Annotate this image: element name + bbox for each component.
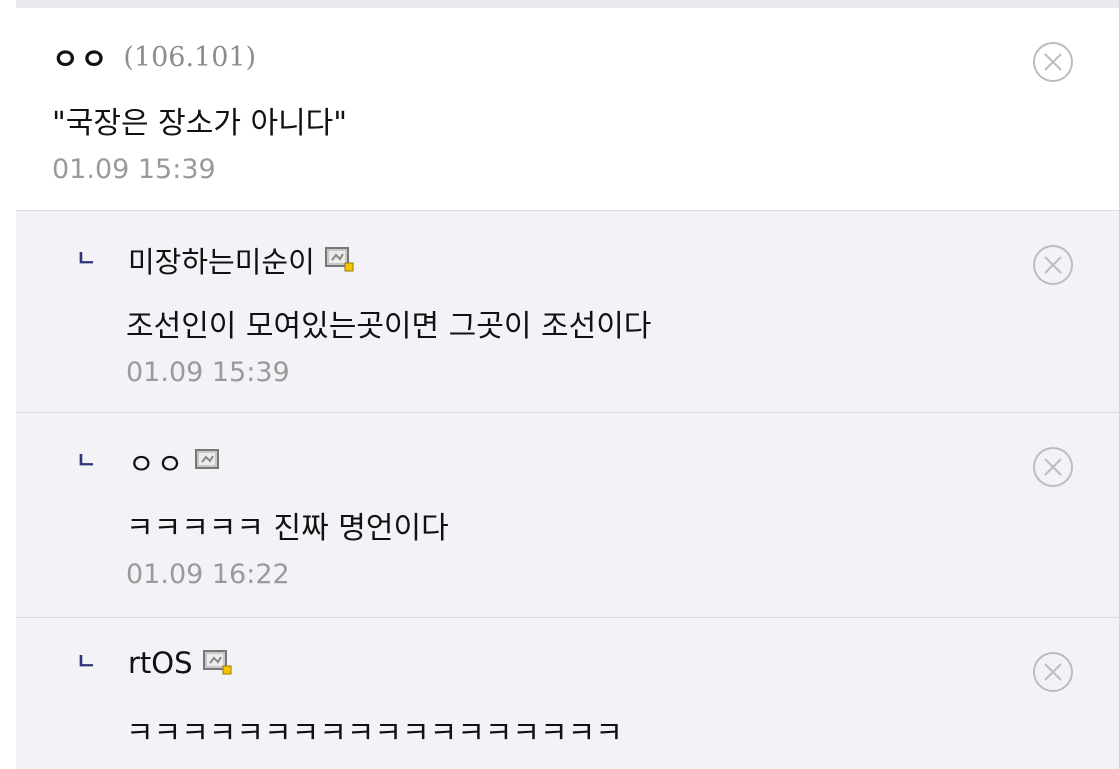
reply-timestamp: 01.09 16:22 [126,559,290,590]
comment-timestamp: 01.09 15:39 [52,154,216,185]
comment-author-row: ㅇㅇ (106.101) [52,36,256,78]
reply-text: ㅋㅋㅋㅋㅋㅋㅋㅋㅋㅋㅋㅋㅋㅋㅋㅋㅋㅋ [126,716,623,751]
reply-author-row: ㄴ rtOS [76,646,233,680]
reply-nickname[interactable]: 미장하는미순이 [128,239,315,281]
top-divider-bar [16,0,1119,8]
delete-comment-button[interactable] [1031,40,1075,84]
comment-ip: (106.101) [123,41,257,73]
reply-item: ㄴ 미장하는미순이 조선인이 모여있는곳이면 그곳이 조선이다 01.09 15… [16,210,1119,413]
comment-nickname[interactable]: ㅇㅇ [52,36,109,78]
reply-nickname[interactable]: ㅇㅇ [128,441,185,483]
reply-item: ㄴ rtOS ㅋㅋㅋㅋㅋㅋㅋㅋㅋㅋㅋㅋㅋㅋㅋㅋㅋㅋ [16,617,1119,769]
reply-arrow-icon: ㄴ [76,650,97,675]
reply-timestamp: 01.09 15:39 [126,357,290,388]
reply-text: ㅋㅋㅋㅋㅋ 진짜 명언이다 [126,511,449,546]
reply-author-row: ㄴ 미장하는미순이 [76,239,355,281]
gallery-member-icon [195,449,220,469]
reply-arrow-icon: ㄴ [76,247,97,272]
reply-text: 조선인이 모여있는곳이면 그곳이 조선이다 [126,309,652,344]
delete-reply-button[interactable] [1031,445,1075,489]
reply-arrow-icon: ㄴ [76,449,97,474]
delete-reply-button[interactable] [1031,650,1075,694]
reply-item: ㄴ ㅇㅇ ㅋㅋㅋㅋㅋ 진짜 명언이다 01.09 16:22 [16,412,1119,618]
reply-author-row: ㄴ ㅇㅇ [76,441,225,483]
gallery-member-icon [202,650,232,675]
reply-nickname[interactable]: rtOS [128,646,193,680]
comment-text: "국장은 장소가 아니다" [52,106,348,141]
comment-item: ㅇㅇ (106.101) "국장은 장소가 아니다" 01.09 15:39 [16,8,1119,210]
delete-reply-button[interactable] [1031,243,1075,287]
gallery-member-icon [324,247,354,272]
